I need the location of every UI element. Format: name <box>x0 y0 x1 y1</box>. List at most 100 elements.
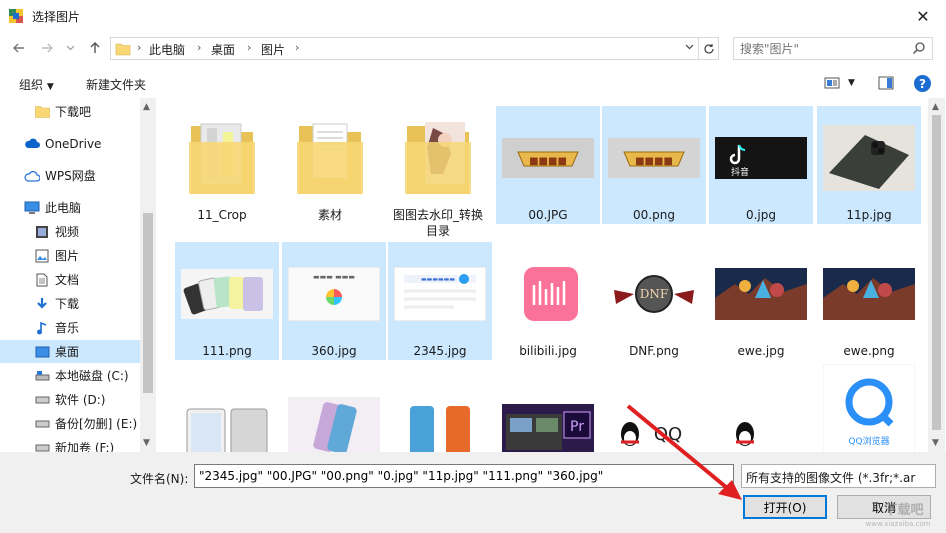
file-tile-phone-orange[interactable] <box>388 380 492 452</box>
search-input[interactable] <box>734 38 904 59</box>
sidebar-item-wps-cloud[interactable]: WPS网盘 <box>0 164 140 187</box>
image-thumbnail <box>181 248 273 340</box>
folder-icon <box>115 43 131 56</box>
file-tile-ewe-png[interactable]: ewe.png <box>817 242 921 360</box>
file-name: 360.jpg <box>311 344 357 358</box>
file-tile-phone-pink[interactable] <box>282 380 386 452</box>
recent-locations-button[interactable] <box>62 38 78 58</box>
chevron-right-icon: › <box>295 41 300 54</box>
video-icon <box>34 224 50 240</box>
filename-input[interactable] <box>194 464 734 488</box>
file-name: bilibili.jpg <box>519 344 577 358</box>
new-folder-button[interactable]: 新建文件夹 <box>86 76 146 93</box>
file-tile-0-jpg[interactable]: 抖音 0.jpg <box>709 106 813 224</box>
help-icon[interactable]: ? <box>914 75 931 92</box>
scroll-up-icon[interactable]: ▲ <box>143 102 150 112</box>
scroll-down-icon[interactable]: ▼ <box>143 438 150 448</box>
folder-icon <box>34 104 50 120</box>
drive-icon <box>34 368 50 384</box>
close-button[interactable]: ✕ <box>900 0 946 32</box>
breadcrumb-item[interactable]: 桌面 <box>211 41 235 58</box>
file-tile-ipad[interactable] <box>175 380 279 452</box>
computer-icon <box>24 200 40 216</box>
sidebar-scrollbar[interactable]: ▲ ▼ <box>140 98 156 452</box>
address-dropdown-button[interactable] <box>685 40 694 53</box>
sidebar-item-documents[interactable]: 文档 <box>0 268 140 291</box>
content-scrollbar[interactable]: ▲ ▼ <box>928 98 945 452</box>
arrow-left-icon <box>13 43 24 53</box>
scroll-down-icon[interactable]: ▼ <box>932 438 939 448</box>
search-box[interactable] <box>733 37 933 60</box>
cloud-icon <box>24 136 40 152</box>
sidebar-item-onedrive[interactable]: OneDrive <box>0 132 140 155</box>
file-tile-premiere[interactable]: Pr <box>496 380 600 452</box>
scroll-up-icon[interactable]: ▲ <box>932 102 939 112</box>
image-thumbnail <box>502 248 594 340</box>
sidebar-item-label: 下载吧 <box>55 105 92 119</box>
sidebar-item-downloads[interactable]: 下载 <box>0 292 140 315</box>
desktop-icon <box>34 344 50 360</box>
file-tile-bilibili-jpg[interactable]: bilibili.jpg <box>496 242 600 360</box>
organize-button[interactable]: 组织 ▼ <box>19 76 54 93</box>
breadcrumb-item[interactable]: 此电脑 <box>149 41 185 58</box>
view-options-icon[interactable] <box>824 75 840 91</box>
app-icon <box>9 9 23 23</box>
file-tile-111-png[interactable]: 111.png <box>175 242 279 360</box>
scrollbar-thumb[interactable] <box>932 115 941 430</box>
forward-button[interactable] <box>36 38 58 58</box>
image-thumbnail <box>715 386 807 452</box>
sidebar-item-drive-e[interactable]: 备份[勿删] (E:) <box>0 412 140 435</box>
scrollbar-thumb[interactable] <box>143 213 153 393</box>
file-type-select[interactable]: 所有支持的图像文件 (*.3fr;*.ar <box>741 464 936 488</box>
chevron-right-icon: › <box>247 41 252 54</box>
file-name: 00.JPG <box>528 208 568 222</box>
sidebar-item-desktop[interactable]: 桌面 <box>0 340 140 363</box>
image-thumbnail <box>823 112 915 204</box>
open-button[interactable]: 打开(O) <box>743 495 827 519</box>
up-button[interactable] <box>84 38 106 58</box>
image-thumbnail: QQ浏览器 <box>823 364 915 452</box>
file-tile-sucai[interactable]: 素材 <box>278 106 382 224</box>
file-tile-00-png[interactable]: ■■■■ 00.png <box>602 106 706 224</box>
file-name: DNF.png <box>629 344 679 358</box>
sidebar-item-drive-d[interactable]: 软件 (D:) <box>0 388 140 411</box>
file-tile-360-jpg[interactable]: ▬▬▬ ▬▬▬ 360.jpg <box>282 242 386 360</box>
file-tile-qq[interactable]: QQ <box>602 380 706 452</box>
file-name: ewe.png <box>843 344 895 358</box>
file-tile-qq-icon[interactable] <box>709 380 813 452</box>
sidebar-item-videos[interactable]: 视频 <box>0 220 140 243</box>
sidebar-item-label: 音乐 <box>55 321 80 335</box>
file-tile-watermark-dir[interactable]: 图图去水印_转换目录 <box>386 106 490 238</box>
sidebar-item-label: 软件 (D:) <box>55 393 106 407</box>
back-button[interactable] <box>8 38 30 58</box>
file-tile-11p-jpg[interactable]: 11p.jpg <box>817 106 921 224</box>
file-tile-ewe-jpg[interactable]: ewe.jpg <box>709 242 813 360</box>
drive-icon <box>34 440 50 453</box>
sidebar-item-label: 备份[勿删] (E:) <box>55 417 138 431</box>
sidebar-item-drive-c[interactable]: 本地磁盘 (C:) <box>0 364 140 387</box>
preview-pane-icon[interactable] <box>878 75 894 91</box>
file-tile-11-crop[interactable]: 11_Crop <box>170 106 274 224</box>
sidebar-item-xiazaiba[interactable]: 下载吧 <box>0 100 140 123</box>
download-icon <box>34 296 50 312</box>
svg-text:■■■■: ■■■■ <box>635 156 673 167</box>
drive-icon <box>34 416 50 432</box>
search-icon <box>912 42 925 55</box>
sidebar-item-label: 下载 <box>55 297 80 311</box>
refresh-button[interactable] <box>699 37 719 60</box>
sidebar-item-music[interactable]: 音乐 <box>0 316 140 339</box>
file-tile-dnf-png[interactable]: DNF DNF.png <box>602 242 706 360</box>
view-dropdown-icon[interactable]: ▼ <box>848 78 855 88</box>
breadcrumb-item[interactable]: 图片 <box>261 41 285 58</box>
file-name: ewe.jpg <box>737 344 785 358</box>
sidebar-item-drive-f[interactable]: 新加卷 (F:) <box>0 436 140 452</box>
image-thumbnail: ▬▬▬▬▬▬ <box>394 248 486 340</box>
file-tile-qq-browser[interactable]: QQ浏览器 <box>817 360 921 452</box>
sidebar-item-this-pc[interactable]: 此电脑 <box>0 196 140 219</box>
cancel-button[interactable]: 取消 <box>837 495 931 519</box>
sidebar-item-label: 本地磁盘 (C:) <box>55 369 129 383</box>
address-bar[interactable]: › 此电脑 › 桌面 › 图片 › <box>110 37 699 60</box>
file-tile-2345-jpg[interactable]: ▬▬▬▬▬▬ 2345.jpg <box>388 242 492 360</box>
sidebar-item-pictures[interactable]: 图片 <box>0 244 140 267</box>
file-tile-00-jpg[interactable]: ■■■■ 00.JPG <box>496 106 600 224</box>
